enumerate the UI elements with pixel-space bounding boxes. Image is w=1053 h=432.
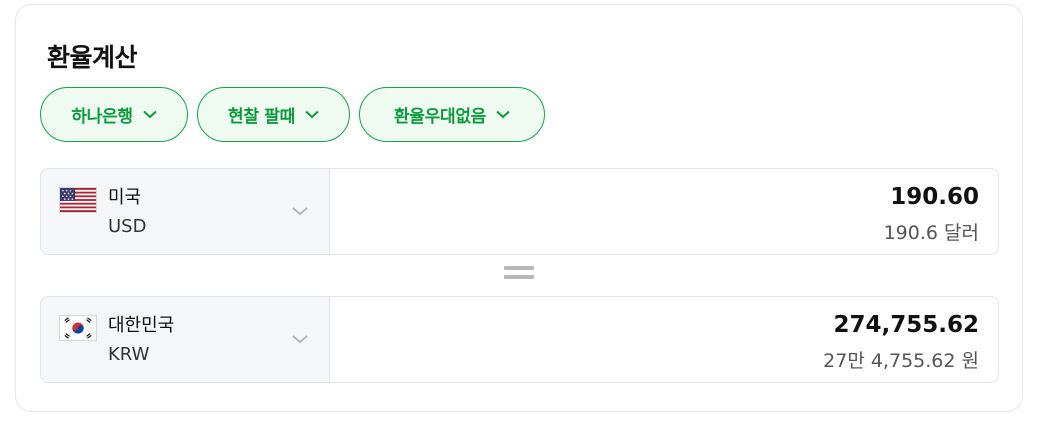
bank-select-label: 하나은행 <box>71 107 133 127</box>
preferential-rate-label: 환율우대없음 <box>393 107 487 127</box>
from-currency-code: USD <box>108 216 147 237</box>
kr-flag-icon <box>59 315 97 341</box>
from-currency-select[interactable]: 미국 USD <box>41 169 330 254</box>
from-amount-text: 190.6 달러 <box>883 222 979 244</box>
us-flag-icon <box>59 187 97 213</box>
rate-type-label: 현찰 팔때 <box>228 107 295 127</box>
preferential-rate-chip[interactable]: 환율우대없음 <box>359 87 545 142</box>
widget-title: 환율계산 <box>47 43 138 72</box>
from-country-name: 미국 <box>108 187 142 208</box>
to-amount-value: 274,755.62 <box>833 312 979 338</box>
chevron-down-icon <box>305 110 319 119</box>
to-currency-code: KRW <box>108 344 150 365</box>
chevron-down-icon <box>292 335 308 344</box>
from-amount-value: 190.60 <box>890 184 979 210</box>
bank-select-chip[interactable]: 하나은행 <box>40 87 188 142</box>
rate-type-chip[interactable]: 현찰 팔때 <box>197 87 350 142</box>
from-currency-row: 미국 USD 190.60 190.6 달러 <box>40 168 999 255</box>
to-amount-input[interactable]: 274,755.62 27만 4,755.62 원 <box>331 297 998 382</box>
to-currency-select[interactable]: 대한민국 KRW <box>41 297 330 382</box>
equals-icon <box>504 266 534 282</box>
chevron-down-icon <box>292 207 308 216</box>
from-amount-input[interactable]: 190.60 190.6 달러 <box>331 169 998 254</box>
to-currency-row: 대한민국 KRW 274,755.62 27만 4,755.62 원 <box>40 296 999 383</box>
chevron-down-icon <box>496 110 510 119</box>
to-amount-text: 27만 4,755.62 원 <box>823 350 979 372</box>
chevron-down-icon <box>143 110 157 119</box>
to-country-name: 대한민국 <box>108 315 175 336</box>
